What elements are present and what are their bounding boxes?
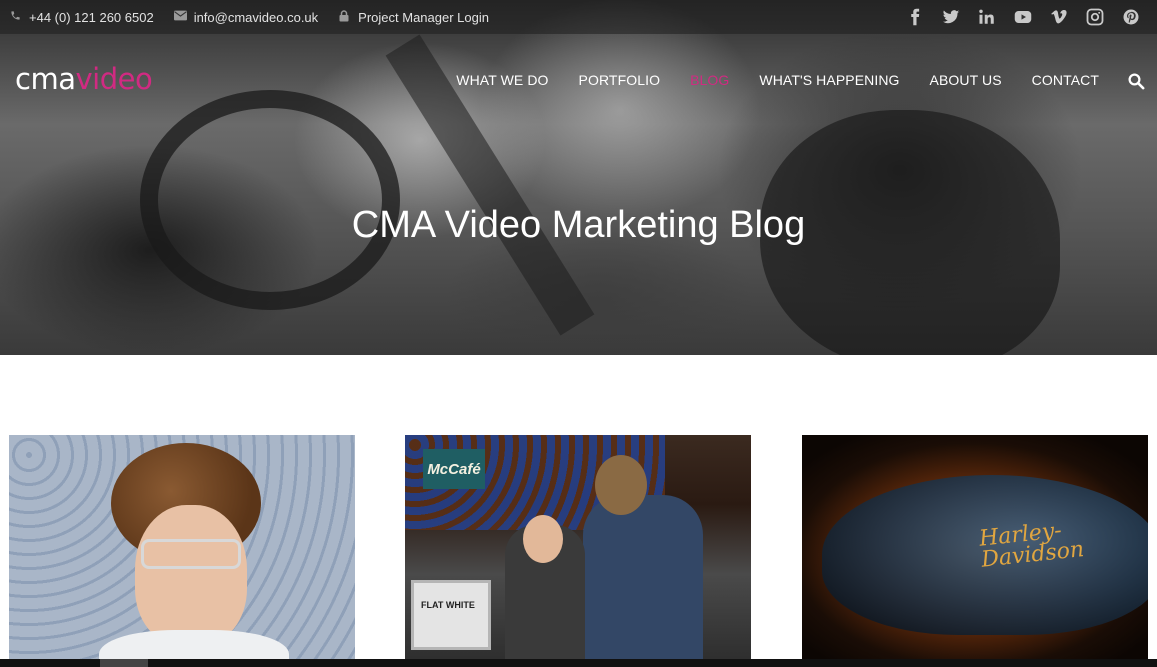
- bottom-strip-tab[interactable]: [100, 659, 148, 667]
- logo-part-cma: cma: [15, 62, 76, 96]
- blog-card-3-image[interactable]: Harley-Davidson: [802, 435, 1148, 667]
- bottom-strip: [0, 659, 1157, 667]
- login-label: Project Manager Login: [358, 9, 489, 25]
- project-manager-login[interactable]: Project Manager Login: [338, 10, 489, 25]
- nav-item-portfolio[interactable]: PORTFOLIO: [579, 72, 661, 88]
- linkedin-icon[interactable]: [978, 8, 996, 26]
- email-address: info@cmavideo.co.uk: [193, 9, 319, 25]
- nav-item-whats-happening[interactable]: WHAT'S HAPPENING: [759, 72, 899, 88]
- nav-item-about-us[interactable]: ABOUT US: [930, 72, 1002, 88]
- envelope-icon: [173, 10, 187, 24]
- photo-customer-head: [595, 455, 647, 515]
- phone-number: +44 (0) 121 260 6502: [29, 9, 154, 25]
- lock-icon: [338, 9, 350, 25]
- nav-item-blog[interactable]: BLOG: [690, 72, 729, 88]
- blog-card-1-image[interactable]: [9, 435, 355, 667]
- photo-till: [411, 580, 491, 650]
- email-contact[interactable]: info@cmavideo.co.uk: [173, 9, 319, 25]
- photo-glasses: [141, 539, 241, 569]
- photo-face: [135, 505, 247, 645]
- blog-card-2-image[interactable]: McCafé FLAT WHITE: [405, 435, 751, 667]
- pinterest-icon[interactable]: [1122, 8, 1140, 26]
- photo-customer: [583, 495, 703, 667]
- facebook-icon[interactable]: [906, 8, 924, 26]
- photo-mccafe-sign: McCafé: [423, 449, 485, 489]
- phone-contact[interactable]: +44 (0) 121 260 6502: [9, 10, 154, 25]
- nav-item-contact[interactable]: CONTACT: [1032, 72, 1099, 88]
- social-links: [888, 0, 1140, 34]
- youtube-icon[interactable]: [1014, 8, 1032, 26]
- search-icon[interactable]: [1127, 72, 1145, 90]
- phone-icon: [9, 10, 21, 24]
- hero-banner: [0, 0, 1157, 355]
- photo-staff-head: [523, 515, 563, 563]
- nav-item-what-we-do[interactable]: WHAT WE DO: [456, 72, 548, 88]
- instagram-icon[interactable]: [1086, 8, 1104, 26]
- site-logo[interactable]: cmavideo: [15, 62, 153, 96]
- vimeo-icon[interactable]: [1050, 8, 1068, 26]
- top-bar: +44 (0) 121 260 6502 info@cmavideo.co.uk…: [0, 0, 1157, 34]
- main-nav: WHAT WE DO PORTFOLIO BLOG WHAT'S HAPPENI…: [426, 72, 1099, 88]
- photo-till-text: FLAT WHITE: [421, 600, 475, 610]
- hero-camera-handle: [140, 90, 400, 310]
- twitter-icon[interactable]: [942, 8, 960, 26]
- logo-part-video: video: [75, 62, 153, 96]
- page-title: CMA Video Marketing Blog: [351, 204, 806, 246]
